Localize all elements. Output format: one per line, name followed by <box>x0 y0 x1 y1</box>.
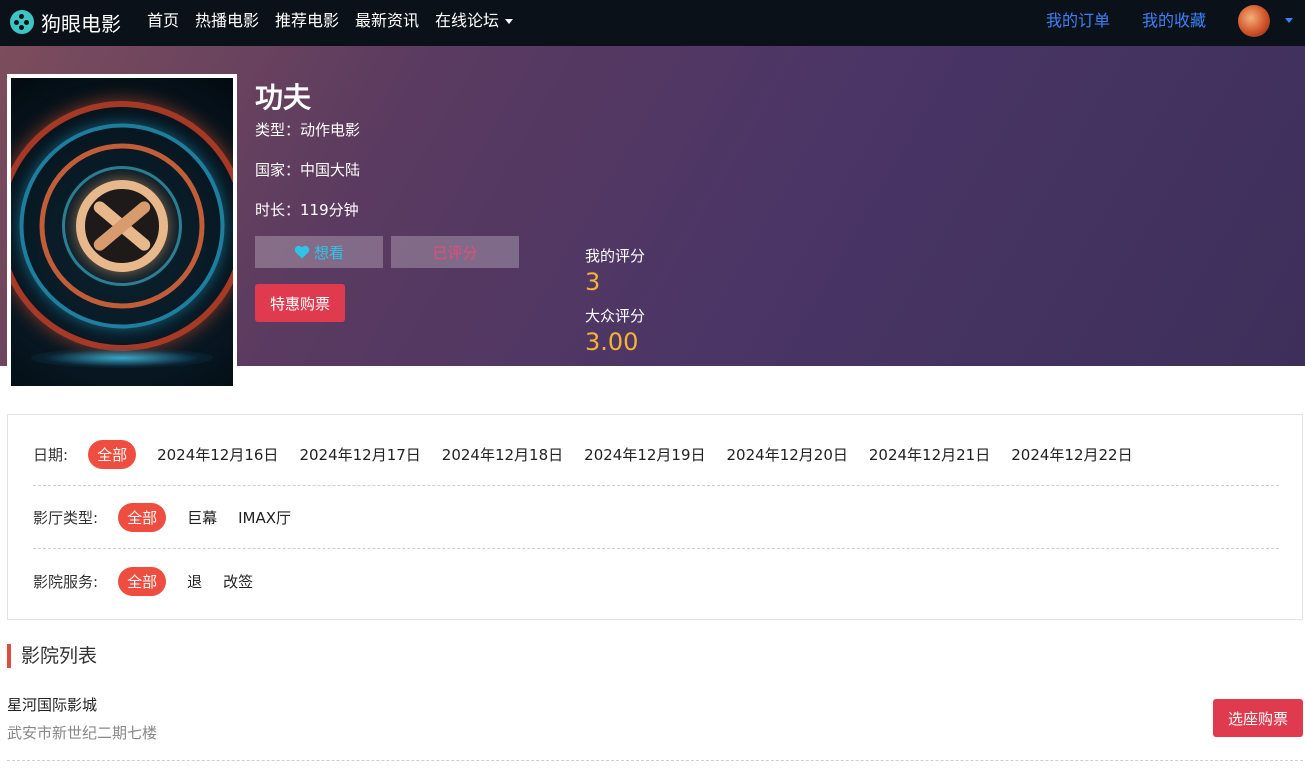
my-score-label: 我的评分 <box>585 247 646 265</box>
service-filter-row: 影院服务: 全部 退 改签 <box>33 550 1279 612</box>
hall-option[interactable]: IMAX厅 <box>238 507 291 528</box>
chevron-down-icon[interactable] <box>1285 18 1293 23</box>
hall-filter-row: 影厅类型: 全部 巨幕 IMAX厅 <box>33 487 1279 549</box>
cinema-list-title: 影院列表 <box>7 644 97 668</box>
service-option-all[interactable]: 全部 <box>118 566 167 596</box>
list-divider <box>7 760 1303 761</box>
hall-filter-label: 影厅类型: <box>33 509 99 527</box>
cinema-name[interactable]: 星河国际影城 <box>7 694 97 715</box>
hall-option-all[interactable]: 全部 <box>118 503 167 532</box>
service-option[interactable]: 退 <box>187 571 202 592</box>
date-option-all[interactable]: 全部 <box>88 440 137 469</box>
discount-ticket-button[interactable]: 特惠购票 <box>255 284 345 322</box>
my-favorites-link[interactable]: 我的收藏 <box>1142 11 1206 31</box>
movie-duration: 时长：119分钟 <box>255 201 359 219</box>
filter-panel: 日期: 全部 2024年12月16日 2024年12月17日 2024年12月1… <box>7 414 1303 620</box>
movie-type: 类型：动作电影 <box>255 121 361 139</box>
want-to-watch-button[interactable]: 想看 <box>255 236 383 268</box>
date-filter-row: 日期: 全部 2024年12月16日 2024年12月17日 2024年12月1… <box>33 424 1279 486</box>
select-seat-button[interactable]: 选座购票 <box>1213 699 1303 737</box>
chevron-down-icon <box>505 19 514 24</box>
nav-news[interactable]: 最新资讯 <box>355 11 419 31</box>
brand[interactable]: 狗眼电影 <box>10 7 121 37</box>
nav-forum-label: 在线论坛 <box>435 11 500 30</box>
nav-hot-movies[interactable]: 热播电影 <box>195 11 259 31</box>
hall-option[interactable]: 巨幕 <box>187 507 217 528</box>
movie-title: 功夫 <box>255 81 312 114</box>
film-reel-icon <box>10 10 34 34</box>
my-score-value: 3 <box>585 268 601 296</box>
date-filter-label: 日期: <box>33 446 69 464</box>
date-option[interactable]: 2024年12月17日 <box>299 444 420 465</box>
date-option[interactable]: 2024年12月18日 <box>442 444 563 465</box>
date-option[interactable]: 2024年12月22日 <box>1011 444 1132 465</box>
public-score-value: 3.00 <box>585 328 639 356</box>
nav-home[interactable]: 首页 <box>147 11 179 31</box>
date-option[interactable]: 2024年12月20日 <box>727 444 848 465</box>
poster-image <box>11 78 233 386</box>
date-option[interactable]: 2024年12月21日 <box>869 444 990 465</box>
rated-button[interactable]: 已评分 <box>391 236 519 268</box>
want-to-watch-label: 想看 <box>313 243 344 262</box>
date-option[interactable]: 2024年12月19日 <box>584 444 705 465</box>
nav-forum-dropdown[interactable]: 在线论坛 <box>435 11 514 31</box>
avatar[interactable] <box>1238 5 1270 37</box>
cinema-address: 武安市新世纪二期七楼 <box>7 724 158 742</box>
public-score-label: 大众评分 <box>585 307 646 325</box>
movie-country: 国家：中国大陆 <box>255 161 361 179</box>
movie-poster <box>7 74 237 390</box>
date-option[interactable]: 2024年12月16日 <box>157 444 278 465</box>
brand-name: 狗眼电影 <box>41 11 121 36</box>
service-option[interactable]: 改签 <box>223 571 253 592</box>
navbar: 狗眼电影 首页 热播电影 推荐电影 最新资讯 在线论坛 我的订单 我的收藏 <box>0 0 1305 46</box>
service-filter-label: 影院服务: <box>33 572 99 591</box>
nav-recommended[interactable]: 推荐电影 <box>275 11 339 31</box>
heart-icon <box>294 245 310 259</box>
my-orders-link[interactable]: 我的订单 <box>1046 11 1110 31</box>
